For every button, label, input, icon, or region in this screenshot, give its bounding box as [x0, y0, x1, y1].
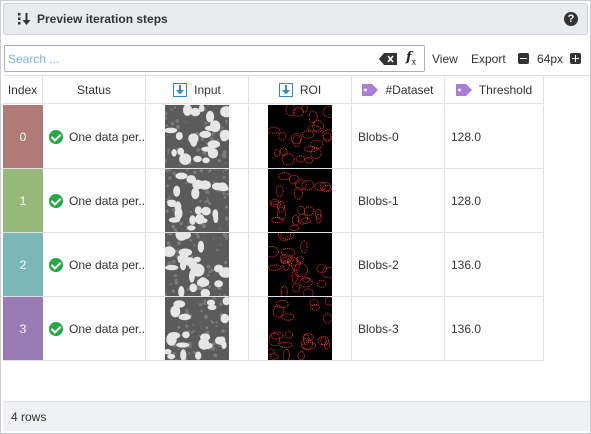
zoom-level: 64px [537, 52, 564, 66]
row-index-cell[interactable]: 0 [3, 105, 43, 169]
toolbar: fx View Export 64px [1, 41, 591, 75]
row-threshold-cell[interactable]: 136.0 [445, 233, 544, 297]
row-dataset-cell[interactable]: Blobs-3 [352, 297, 445, 361]
row-status-cell[interactable]: One data per... [43, 233, 146, 297]
row-dataset-cell[interactable]: Blobs-2 [352, 233, 445, 297]
data-import-icon [278, 82, 293, 97]
row-roi-cell[interactable] [249, 105, 352, 169]
plus-square-icon[interactable] [570, 53, 581, 64]
row-input-cell[interactable] [146, 169, 249, 233]
row-input-cell[interactable] [146, 105, 249, 169]
row-roi-cell[interactable] [249, 169, 352, 233]
row-status-cell[interactable]: One data per... [43, 297, 146, 361]
row-dataset-cell[interactable]: Blobs-0 [352, 105, 445, 169]
check-circle-icon [49, 129, 63, 144]
input-thumbnail [163, 105, 233, 168]
input-thumbnail [165, 169, 230, 232]
panel-titlebar: Preview iteration steps ? [3, 3, 588, 35]
row-status-cell[interactable]: One data per... [43, 105, 146, 169]
header-dataset[interactable]: #Dataset [352, 76, 445, 104]
row-count: 4 rows [11, 410, 47, 424]
header-index[interactable]: Index [3, 76, 43, 104]
tag-icon [362, 83, 379, 96]
check-circle-icon [49, 193, 63, 208]
row-threshold-cell[interactable]: 128.0 [445, 169, 544, 233]
header-roi[interactable]: ROI [249, 76, 352, 104]
row-threshold-cell[interactable]: 128.0 [445, 105, 544, 169]
minus-square-icon[interactable] [518, 53, 529, 64]
row-index-cell[interactable]: 2 [3, 233, 43, 297]
header-input[interactable]: Input [146, 76, 249, 104]
row-status-cell[interactable]: One data per... [43, 169, 146, 233]
table-footer: 4 rows [3, 401, 590, 431]
check-circle-icon [49, 321, 63, 336]
row-index-cell[interactable]: 3 [3, 297, 43, 361]
row-threshold-cell[interactable]: 136.0 [445, 297, 544, 361]
sort-down-icon [17, 11, 33, 27]
roi-thumbnail [266, 297, 334, 360]
row-roi-cell[interactable] [249, 233, 352, 297]
row-roi-cell[interactable] [249, 297, 352, 361]
check-circle-icon [49, 257, 63, 272]
backspace-clear-icon[interactable] [379, 53, 397, 65]
row-dataset-cell[interactable]: Blobs-1 [352, 169, 445, 233]
roi-thumbnail [266, 105, 337, 168]
search-box: fx [4, 45, 425, 72]
input-thumbnail [163, 297, 231, 360]
header-status[interactable]: Status [43, 76, 146, 104]
help-circle-icon[interactable]: ? [564, 12, 578, 26]
roi-thumbnail [268, 169, 333, 232]
input-thumbnail [162, 233, 233, 296]
panel-title: Preview iteration steps [37, 12, 168, 26]
function-fx-icon[interactable]: fx [406, 50, 422, 68]
roi-thumbnail [265, 233, 337, 296]
data-table: Index Status Input ROI #Dataset Threshol… [3, 75, 590, 401]
data-import-icon [173, 82, 188, 97]
row-index-cell[interactable]: 1 [3, 169, 43, 233]
row-input-cell[interactable] [146, 233, 249, 297]
tag-icon [455, 83, 472, 96]
export-button[interactable]: Export [471, 52, 506, 66]
header-threshold[interactable]: Threshold [445, 76, 544, 104]
preview-panel: Preview iteration steps ? fx View Export… [0, 0, 591, 434]
view-button[interactable]: View [432, 52, 458, 66]
row-input-cell[interactable] [146, 297, 249, 361]
search-input[interactable] [8, 49, 368, 68]
